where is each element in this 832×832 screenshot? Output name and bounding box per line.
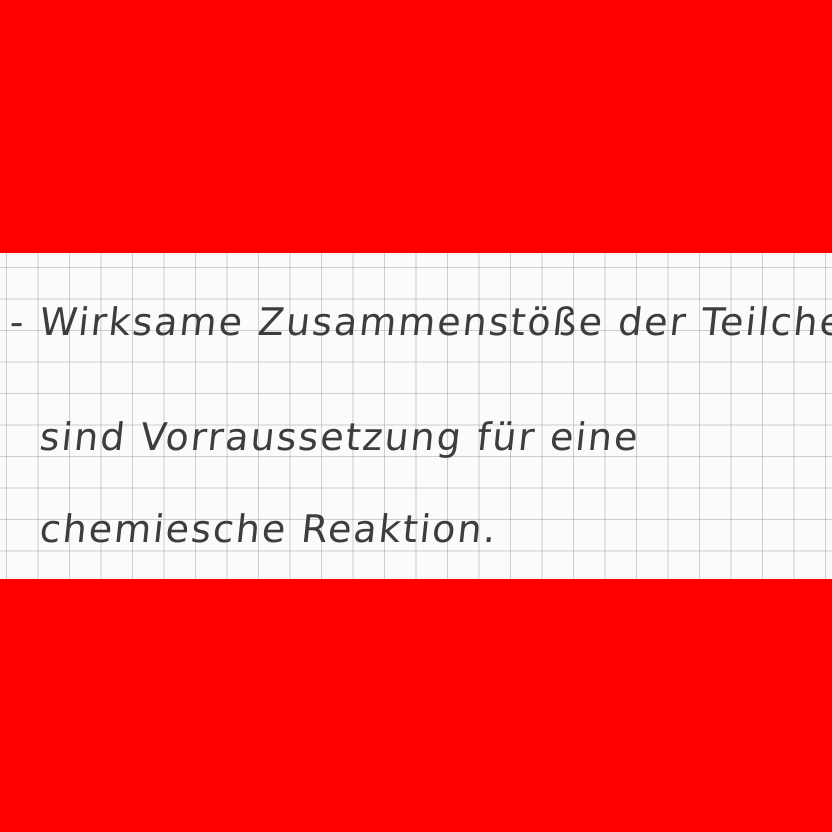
bottom-red-band xyxy=(0,579,832,832)
handwritten-line-3: chemiesche Reaktion. xyxy=(37,507,501,551)
grid-paper-note: - Wirksame Zusammenstöße der Teilchen si… xyxy=(0,253,832,579)
top-red-band xyxy=(0,0,832,253)
handwritten-line-1: - Wirksame Zusammenstöße der Teilchen xyxy=(7,300,832,344)
handwritten-line-2: sind Vorraussetzung für eine xyxy=(37,415,642,459)
